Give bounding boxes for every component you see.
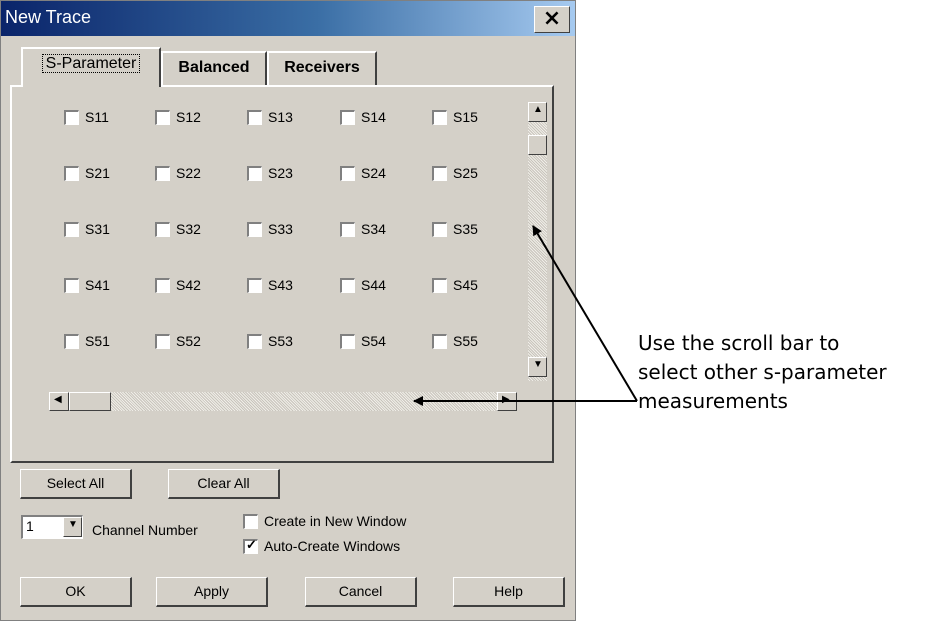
checkbox-box[interactable] — [432, 110, 447, 125]
checkbox-box[interactable] — [432, 166, 447, 181]
checkbox-label: S34 — [361, 221, 386, 237]
checkbox-label: S21 — [85, 165, 110, 181]
checkbox-label: S23 — [268, 165, 293, 181]
annotation-line: select other s-parameter — [638, 360, 887, 384]
checkbox-label: S45 — [453, 277, 478, 293]
checkbox-box[interactable] — [155, 222, 170, 237]
clear-all-button[interactable]: Clear All — [168, 469, 280, 499]
checkbox-label: S33 — [268, 221, 293, 237]
button-label: Cancel — [338, 583, 383, 599]
tab-receivers[interactable]: Receivers — [267, 51, 377, 85]
checkbox-label: Create in New Window — [264, 513, 407, 529]
checkbox-box[interactable] — [432, 278, 447, 293]
annotation-line: Use the scroll bar to — [638, 331, 840, 355]
checkmark-icon: ✓ — [246, 537, 257, 552]
scroll-right-button[interactable]: ▶ — [497, 392, 517, 411]
vertical-scrollbar[interactable]: ▲ ▼ — [528, 102, 547, 381]
checkbox-box[interactable] — [64, 334, 79, 349]
close-icon: × — [542, 6, 562, 31]
checkbox-box[interactable] — [340, 110, 355, 125]
checkbox-box[interactable] — [243, 514, 258, 529]
scroll-left-icon: ◀ — [54, 394, 62, 405]
button-label: OK — [65, 583, 86, 599]
vertical-scroll-thumb[interactable] — [528, 135, 547, 155]
button-label: Help — [494, 583, 523, 599]
tab-s-parameter[interactable]: S-Parameter — [21, 47, 161, 87]
dropdown-button[interactable]: ▼ — [63, 517, 82, 537]
checkbox-label: S22 — [176, 165, 201, 181]
checkbox-box[interactable] — [432, 334, 447, 349]
horizontal-scroll-thumb[interactable] — [69, 392, 111, 411]
checkbox-box[interactable] — [247, 222, 262, 237]
scroll-left-button[interactable]: ◀ — [49, 392, 69, 411]
checkbox-box[interactable]: ✓ — [243, 537, 258, 554]
checkbox-label: S13 — [268, 109, 293, 125]
title-bar[interactable]: New Trace × — [1, 1, 575, 36]
checkbox-box[interactable] — [64, 222, 79, 237]
checkbox-label: S43 — [268, 277, 293, 293]
checkbox-label: S25 — [453, 165, 478, 181]
annotation-line: measurements — [638, 389, 788, 413]
scroll-right-icon: ▶ — [502, 394, 510, 405]
checkbox-label: S14 — [361, 109, 386, 125]
checkbox-box[interactable] — [340, 166, 355, 181]
checkbox-label: S55 — [453, 333, 478, 349]
checkbox-box[interactable] — [64, 278, 79, 293]
checkbox-label: S32 — [176, 221, 201, 237]
dialog-title: New Trace — [5, 7, 92, 27]
scroll-up-button[interactable]: ▲ — [528, 102, 547, 122]
button-label: Clear All — [197, 475, 250, 491]
scroll-down-icon: ▼ — [533, 359, 543, 370]
apply-button[interactable]: Apply — [156, 577, 268, 607]
checkbox-box[interactable] — [340, 222, 355, 237]
checkbox-label: S52 — [176, 333, 201, 349]
checkbox-label: S15 — [453, 109, 478, 125]
checkbox-box[interactable] — [247, 334, 262, 349]
button-label: Select All — [46, 475, 105, 491]
tab-label: S-Parameter — [41, 54, 141, 73]
channel-number-value: 1 — [26, 518, 34, 534]
horizontal-scrollbar[interactable]: ◀ ▶ — [49, 392, 517, 411]
checkbox-box[interactable] — [155, 110, 170, 125]
checkbox-box[interactable] — [432, 222, 447, 237]
button-label: Apply — [193, 583, 230, 599]
select-all-button[interactable]: Select All — [20, 469, 132, 499]
scroll-up-icon: ▲ — [533, 104, 543, 115]
checkbox-box[interactable] — [64, 166, 79, 181]
tab-label: Receivers — [284, 59, 360, 76]
tab-balanced[interactable]: Balanced — [161, 51, 267, 85]
checkbox-label: S12 — [176, 109, 201, 125]
close-button[interactable]: × — [534, 6, 570, 33]
checkbox-box[interactable] — [247, 278, 262, 293]
checkbox-box[interactable] — [155, 334, 170, 349]
checkbox-box[interactable] — [247, 166, 262, 181]
checkbox-box[interactable] — [64, 110, 79, 125]
ok-button[interactable]: OK — [20, 577, 132, 607]
channel-number-label: Channel Number — [92, 522, 198, 538]
checkbox-label: S41 — [85, 277, 110, 293]
checkbox-label: S53 — [268, 333, 293, 349]
checkbox-label: S35 — [453, 221, 478, 237]
channel-number-select[interactable]: 1 ▼ — [21, 515, 83, 539]
checkbox-label: S51 — [85, 333, 110, 349]
annotation-text: Use the scroll bar to select other s-par… — [638, 329, 887, 416]
checkbox-box[interactable] — [155, 278, 170, 293]
chevron-down-icon: ▼ — [68, 519, 78, 530]
checkbox-box[interactable] — [155, 166, 170, 181]
checkbox-label: S31 — [85, 221, 110, 237]
cancel-button[interactable]: Cancel — [305, 577, 417, 607]
checkbox-label: S54 — [361, 333, 386, 349]
checkbox-box[interactable] — [340, 278, 355, 293]
checkbox-label: S11 — [85, 109, 109, 125]
checkbox-label: S44 — [361, 277, 386, 293]
checkbox-box[interactable] — [247, 110, 262, 125]
checkbox-label: S42 — [176, 277, 201, 293]
help-button[interactable]: Help — [453, 577, 565, 607]
checkbox-label: Auto-Create Windows — [264, 538, 401, 554]
tab-label: Balanced — [178, 59, 250, 76]
checkbox-label: S24 — [361, 165, 386, 181]
scroll-down-button[interactable]: ▼ — [528, 357, 547, 377]
new-trace-dialog: New Trace × Balanced Receivers S-Paramet… — [0, 0, 576, 621]
checkbox-box[interactable] — [340, 334, 355, 349]
